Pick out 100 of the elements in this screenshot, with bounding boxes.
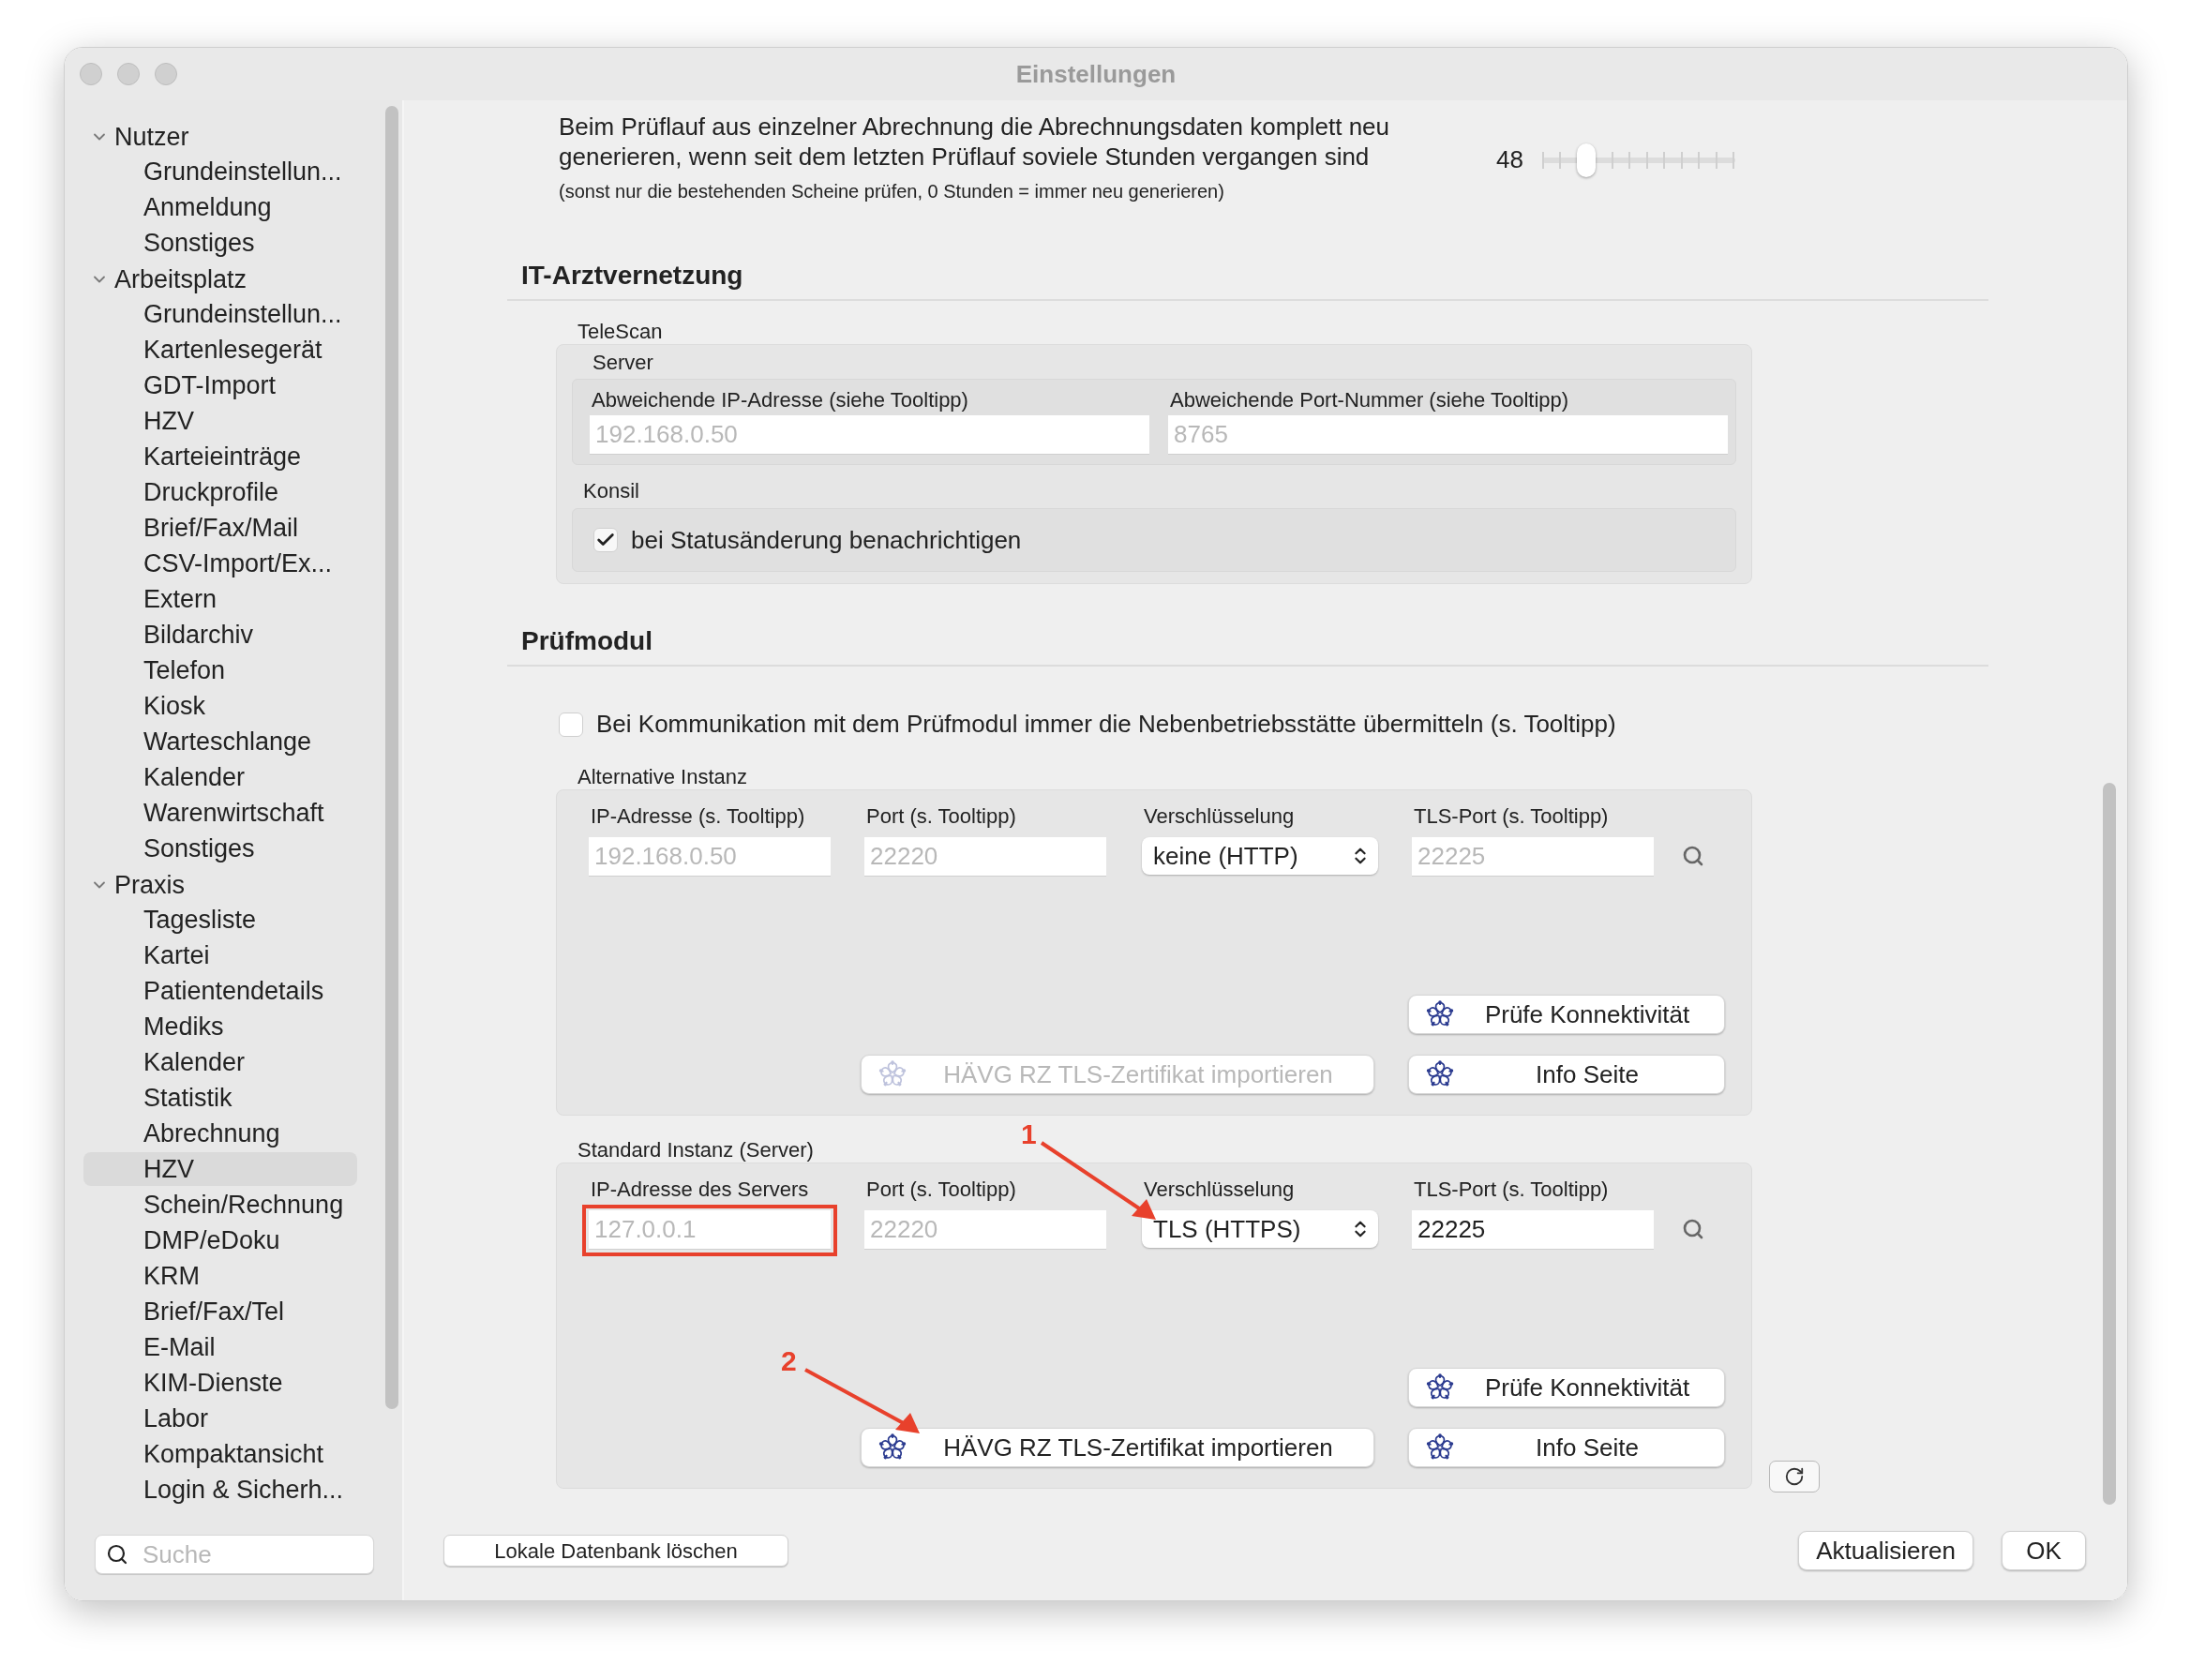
- sidebar-item[interactable]: Grundeinstellun...: [83, 297, 357, 331]
- sidebar-item[interactable]: Abrechnung: [83, 1117, 357, 1150]
- sidebar-item[interactable]: Extern: [83, 582, 357, 616]
- scrollbar-thumb[interactable]: [2103, 783, 2116, 1505]
- section-title: Prüfmodul: [521, 626, 652, 655]
- tls-port-field[interactable]: 22225: [1412, 1210, 1654, 1250]
- sidebar-item[interactable]: HZV: [83, 1152, 357, 1186]
- field-label: TLS-Port (s. Tooltipp): [1414, 802, 1609, 830]
- group-title: Konsil: [583, 478, 639, 504]
- server-field[interactable]: 8765: [1168, 415, 1728, 455]
- flower-icon: [1426, 1433, 1454, 1462]
- delete-database-button[interactable]: Lokale Datenbank löschen: [443, 1535, 788, 1567]
- checkbox-label: bei Statusänderung benachrichtigen: [631, 524, 1022, 556]
- sidebar-item[interactable]: Brief/Fax/Tel: [83, 1295, 357, 1328]
- group-title: Alternative Instanz: [578, 763, 747, 790]
- sidebar-group[interactable]: Praxis: [114, 865, 185, 905]
- annotation-number: 2: [781, 1347, 797, 1375]
- sidebar-item[interactable]: Anmeldung: [83, 190, 357, 224]
- sidebar-item[interactable]: DMP/eDoku: [83, 1223, 357, 1257]
- hours-slider[interactable]: [1541, 142, 1735, 177]
- scrollbar-thumb[interactable]: [385, 106, 398, 1409]
- field-label: TLS-Port (s. Tooltipp): [1414, 1176, 1609, 1203]
- sidebar-item[interactable]: CSV-Import/Ex...: [83, 547, 357, 580]
- field-label: Port (s. Tooltipp): [866, 1176, 1016, 1203]
- group-title: Standard Instanz (Server): [578, 1136, 814, 1163]
- refresh-button[interactable]: [1769, 1461, 1820, 1492]
- window-title: Einstellungen: [1015, 58, 1177, 90]
- sidebar-item[interactable]: Karteieinträge: [83, 440, 357, 473]
- field-label: Port (s. Tooltipp): [866, 802, 1016, 830]
- footer-button[interactable]: OK: [2002, 1531, 2086, 1570]
- sidebar-item[interactable]: Sonstiges: [83, 226, 357, 260]
- sidebar-item[interactable]: Schein/Rechnung: [83, 1188, 357, 1222]
- flower-icon: [1426, 1060, 1454, 1088]
- info-button[interactable]: Info Seite: [1408, 1055, 1725, 1094]
- footer-button[interactable]: Aktualisieren: [1798, 1531, 1973, 1570]
- encryption-select[interactable]: keine (HTTP): [1142, 837, 1378, 875]
- flower-icon: [1426, 1373, 1454, 1402]
- sidebar-item[interactable]: GDT-Import: [83, 368, 357, 402]
- checkbox-label: Bei Kommunikation mit dem Prüfmodul immer die Nebenbetriebsstätte übermitteln (s. Tooltipp): [596, 709, 1616, 740]
- search-icon[interactable]: [1682, 1218, 1704, 1240]
- sidebar-item[interactable]: KIM-Dienste: [83, 1366, 357, 1400]
- sidebar-item[interactable]: Sonstiges: [83, 832, 357, 865]
- sidebar-item[interactable]: Grundeinstellun...: [83, 155, 357, 188]
- window-control[interactable]: [117, 63, 140, 85]
- search-icon: [106, 1543, 128, 1566]
- server-field[interactable]: 192.168.0.50: [590, 415, 1149, 455]
- sidebar-item[interactable]: Kalender: [83, 1045, 357, 1079]
- description-text: Beim Prüflauf aus einzelner Abrechnung die Abrechnungsdaten komplett neu generieren, wenn seit dem letzten Prüflauf soviele Stunden vergangen sind: [559, 112, 1391, 172]
- ip-address-field[interactable]: 192.168.0.50: [589, 837, 831, 877]
- sidebar-item[interactable]: Statistik: [83, 1081, 357, 1115]
- sidebar-item[interactable]: Kartei: [83, 938, 357, 972]
- sidebar-item[interactable]: KRM: [83, 1259, 357, 1293]
- checkbox[interactable]: [559, 712, 583, 737]
- sidebar-item[interactable]: Kompaktansicht: [83, 1437, 357, 1471]
- sidebar-item[interactable]: Login & Sicherh...: [83, 1473, 357, 1507]
- ip-address-field[interactable]: 127.0.0.1: [589, 1210, 831, 1250]
- sidebar-group[interactable]: Arbeitsplatz: [114, 260, 248, 299]
- sidebar-item[interactable]: Kalender: [83, 760, 357, 794]
- port-field[interactable]: 22220: [864, 1210, 1106, 1250]
- field-label: Abweichende IP-Adresse (siehe Tooltipp): [592, 386, 968, 413]
- search-field[interactable]: Suche: [95, 1535, 374, 1574]
- field-label: IP-Adresse (s. Tooltipp): [591, 802, 805, 830]
- flower-icon: [878, 1433, 907, 1462]
- window-control[interactable]: [80, 63, 102, 85]
- group-title: TeleScan: [578, 318, 663, 345]
- sidebar-item[interactable]: E-Mail: [83, 1330, 357, 1364]
- field-label: Verschlüsselung: [1144, 1176, 1295, 1203]
- sidebar-item[interactable]: Patientendetails: [83, 974, 357, 1008]
- sidebar-item[interactable]: Warenwirtschaft: [83, 796, 357, 830]
- field-label: IP-Adresse des Servers: [591, 1176, 809, 1203]
- check-button[interactable]: Prüfe Konnektivität: [1408, 1368, 1725, 1407]
- sidebar-item[interactable]: Brief/Fax/Mail: [83, 511, 357, 545]
- info-button[interactable]: Info Seite: [1408, 1428, 1725, 1467]
- slider-value: 48: [1496, 144, 1523, 175]
- sidebar-item[interactable]: Warteschlange: [83, 725, 357, 758]
- flower-icon: [1426, 1000, 1454, 1028]
- refresh-icon: [1784, 1466, 1805, 1487]
- import-button[interactable]: HÄVG RZ TLS-Zertifikat importieren: [861, 1428, 1374, 1467]
- sidebar-item[interactable]: Kiosk: [83, 689, 357, 723]
- sidebar-item[interactable]: Bildarchiv: [83, 618, 357, 652]
- window-control[interactable]: [155, 63, 177, 85]
- sidebar-item[interactable]: HZV: [83, 404, 357, 438]
- sidebar-item[interactable]: Mediks: [83, 1010, 357, 1043]
- check-button[interactable]: Prüfe Konnektivität: [1408, 995, 1725, 1034]
- sidebar-item[interactable]: Telefon: [83, 653, 357, 687]
- sidebar-item[interactable]: Labor: [83, 1402, 357, 1435]
- field-label: Verschlüsselung: [1144, 802, 1295, 830]
- sidebar-group[interactable]: Nutzer: [114, 117, 189, 157]
- search-icon[interactable]: [1682, 845, 1704, 867]
- encryption-select[interactable]: TLS (HTTPS): [1142, 1210, 1378, 1248]
- flower-icon: [878, 1060, 907, 1088]
- checkbox[interactable]: [593, 528, 618, 552]
- tls-port-field[interactable]: 22225: [1412, 837, 1654, 877]
- annotation-number: 1: [1021, 1120, 1037, 1148]
- slider-thumb[interactable]: [1576, 142, 1596, 177]
- note-text: (sonst nur die bestehenden Scheine prüfen, 0 Stunden = immer neu generieren): [559, 180, 1225, 203]
- sidebar-item[interactable]: Kartenlesegerät: [83, 333, 357, 367]
- port-field[interactable]: 22220: [864, 837, 1106, 877]
- sidebar-item[interactable]: Druckprofile: [83, 475, 357, 509]
- sidebar-item[interactable]: Tagesliste: [83, 903, 357, 937]
